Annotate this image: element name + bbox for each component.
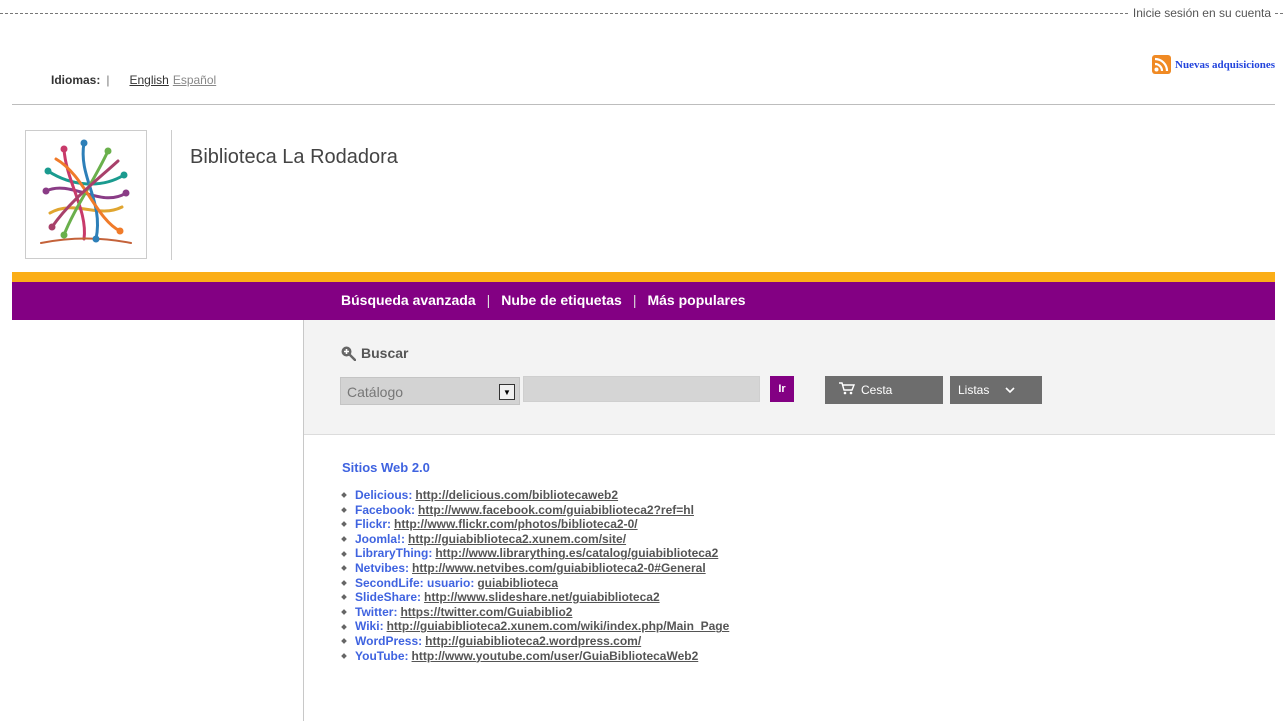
lists-label: Listas <box>958 383 990 397</box>
site-link[interactable]: http://guiabiblioteca2.xunem.com/wiki/in… <box>387 619 730 634</box>
site-link[interactable]: http://guiabiblioteca2.xunem.com/site/ <box>408 532 626 547</box>
bullet-icon <box>341 550 347 557</box>
site-list-item: Wiki: http://guiabiblioteca2.xunem.com/wi… <box>341 619 730 634</box>
language-spanish-link[interactable]: Español <box>173 73 216 87</box>
bullet-icon <box>341 565 347 572</box>
section-title: Sitios Web 2.0 <box>342 460 430 475</box>
site-link[interactable]: http://www.flickr.com/photos/biblioteca2… <box>394 517 638 532</box>
site-name: Netvibes: <box>355 560 410 575</box>
site-link[interactable]: http://guiabiblioteca2.wordpress.com/ <box>425 634 641 649</box>
site-name: Wiki: <box>355 619 384 634</box>
search-panel: Buscar Catálogo ▼ Ir Cesta Listas <box>304 320 1275 435</box>
site-list-item: SecondLife: usuario: guiabiblioteca <box>341 575 729 591</box>
lists-dropdown[interactable]: Listas <box>950 376 1042 404</box>
main-content: Sitios Web 2.0 Delicious: http://deliciou… <box>341 460 730 664</box>
rss-label: Nuevas adquisiciones <box>1175 58 1275 71</box>
site-list: Delicious: http://delicious.com/bibliotec… <box>341 488 730 664</box>
site-list-item: WordPress: http://guiabiblioteca2.wordpre… <box>341 633 729 649</box>
site-name: YouTube: <box>355 648 409 663</box>
login-link[interactable]: Inicie sesión en su cuenta <box>1128 6 1275 20</box>
bullet-icon <box>341 580 347 586</box>
library-name: Biblioteca La Rodadora <box>190 146 398 168</box>
site-name: SlideShare: <box>355 590 422 605</box>
bullet-icon <box>341 609 347 615</box>
bullet-icon <box>341 521 347 528</box>
site-list-item: YouTube: http://www.youtube.com/user/Guia… <box>341 648 729 664</box>
search-input[interactable] <box>523 376 760 402</box>
bullet-icon <box>341 507 347 513</box>
language-english-link[interactable]: English <box>129 73 168 87</box>
site-list-item: Delicious: http://delicious.com/bibliotec… <box>341 488 729 503</box>
site-link[interactable]: guiabiblioteca <box>477 576 558 591</box>
language-title: Idiomas: <box>51 73 101 87</box>
nav-separator: | <box>632 292 637 308</box>
site-link[interactable]: http://www.youtube.com/user/GuiaBibliote… <box>412 649 699 664</box>
library-logo[interactable] <box>25 130 147 259</box>
site-name: SecondLife: usuario: <box>355 575 475 590</box>
site-link[interactable]: http://delicious.com/bibliotecaweb2 <box>415 488 618 503</box>
site-name: Twitter: <box>355 604 398 619</box>
main-nav: Búsqueda avanzada | Nube de etiquetas | … <box>12 282 1275 320</box>
nav-separator: | <box>486 292 491 308</box>
site-list-item: Flickr: http://www.flickr.com/photos/bibl… <box>341 517 729 532</box>
rss-feed-icon <box>1152 55 1172 74</box>
site-list-item: Netvibes: http://www.netvibes.com/guiabib… <box>341 560 729 576</box>
shopping-cart-icon <box>839 382 856 398</box>
nav-advanced-search[interactable]: Búsqueda avanzada <box>341 292 476 308</box>
site-name: LibraryThing: <box>355 546 433 561</box>
search-go-button[interactable]: Ir <box>770 376 794 402</box>
search-title: Buscar <box>361 345 409 361</box>
new-acquisitions-rss-link[interactable]: Nuevas adquisiciones <box>1152 55 1275 74</box>
chevron-down-icon <box>1005 383 1015 397</box>
site-link[interactable]: https://twitter.com/Guiabiblio2 <box>400 605 572 620</box>
bullet-icon <box>341 492 347 499</box>
cart-button[interactable]: Cesta <box>825 376 943 404</box>
site-list-item: SlideShare: http://www.slideshare.net/gui… <box>341 590 729 605</box>
bullet-icon <box>341 638 347 645</box>
site-name: WordPress: <box>355 633 423 648</box>
magnifier-plus-icon <box>340 345 357 362</box>
logo-divider <box>171 130 172 260</box>
dropdown-arrow-icon[interactable]: ▼ <box>499 384 515 400</box>
site-name: Joomla!: <box>355 531 406 546</box>
search-heading: Buscar <box>340 345 409 362</box>
nav-items: Búsqueda avanzada | Nube de etiquetas | … <box>341 292 746 308</box>
accent-bar <box>12 272 1275 282</box>
site-name: Flickr: <box>355 517 392 532</box>
site-link[interactable]: http://www.librarything.es/catalog/guiab… <box>435 546 718 561</box>
bullet-icon <box>341 652 347 659</box>
cart-label: Cesta <box>861 383 893 397</box>
bullet-icon <box>341 594 347 601</box>
site-list-item: Facebook: http://www.facebook.com/guiabib… <box>341 502 729 518</box>
search-scope-value: Catálogo <box>347 384 404 400</box>
site-name: Delicious: <box>355 488 413 502</box>
top-dashed-border <box>0 13 1283 14</box>
site-link[interactable]: http://www.facebook.com/guiabiblioteca2?… <box>418 503 694 518</box>
nav-most-popular[interactable]: Más populares <box>647 292 745 308</box>
site-list-item: LibraryThing: http://www.librarything.es/… <box>341 546 729 561</box>
search-scope-select[interactable]: Catálogo ▼ <box>340 377 520 405</box>
bullet-icon <box>341 536 347 542</box>
language-separator: | <box>106 73 110 87</box>
site-link[interactable]: http://www.netvibes.com/guiabiblioteca2-… <box>412 561 706 576</box>
site-link[interactable]: http://www.slideshare.net/guiabiblioteca… <box>424 590 660 605</box>
language-bar: Idiomas: | English Español <box>51 73 216 87</box>
bullet-icon <box>341 623 347 630</box>
site-list-item: Twitter: https://twitter.com/Guiabiblio2 <box>341 604 729 620</box>
nav-tag-cloud[interactable]: Nube de etiquetas <box>501 292 622 308</box>
site-list-item: Joomla!: http://guiabiblioteca2.xunem.com… <box>341 531 729 547</box>
header-divider <box>12 104 1275 105</box>
site-name: Facebook: <box>355 502 416 517</box>
